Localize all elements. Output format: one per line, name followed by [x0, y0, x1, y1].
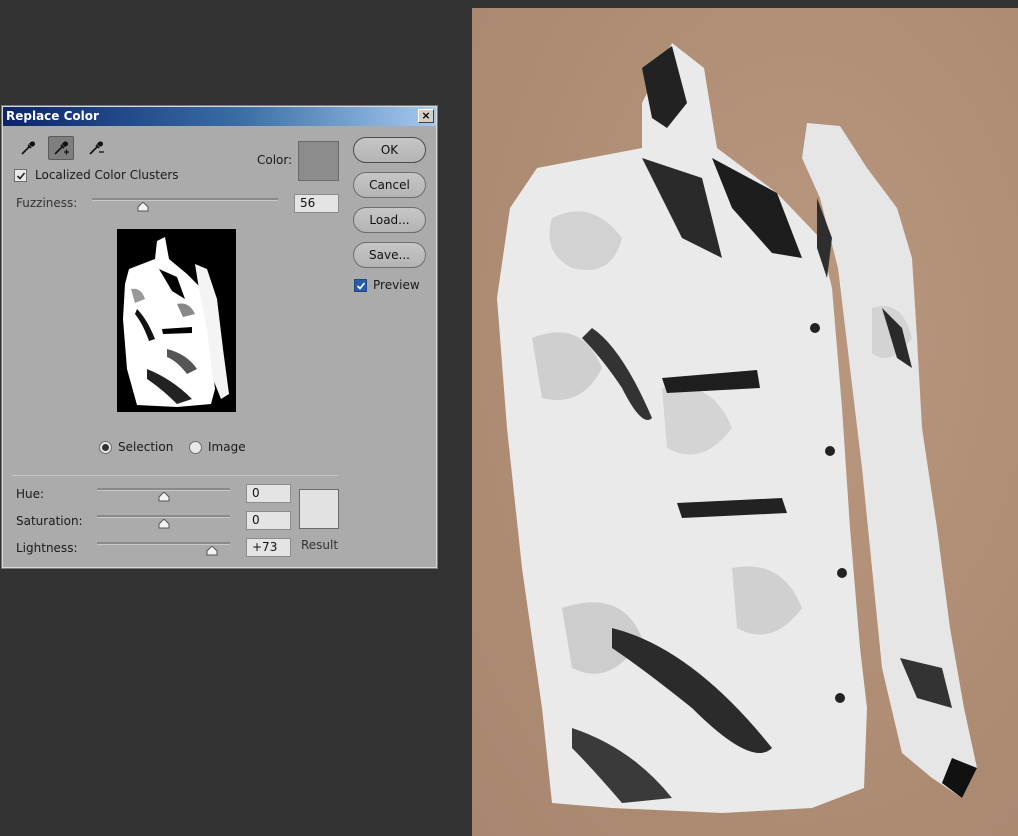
localized-clusters-checkbox[interactable]: [14, 169, 27, 182]
hue-slider-track[interactable]: [97, 488, 230, 491]
jacket-image: [497, 43, 977, 813]
load-button[interactable]: Load...: [353, 207, 426, 233]
save-button[interactable]: Save...: [353, 242, 426, 268]
eyedropper-icon[interactable]: [15, 136, 41, 160]
preview-checkbox[interactable]: [354, 279, 367, 292]
saturation-slider-track[interactable]: [97, 515, 230, 518]
ok-button[interactable]: OK: [353, 137, 426, 163]
dialog-titlebar[interactable]: Replace Color ×: [3, 107, 436, 126]
fuzziness-slider-track[interactable]: [92, 198, 278, 201]
lightness-slider-thumb[interactable]: [206, 546, 218, 556]
color-label: Color:: [257, 153, 293, 167]
fuzziness-input[interactable]: 56: [294, 194, 339, 213]
eyedropper-minus-icon[interactable]: [83, 136, 109, 160]
image-radio[interactable]: [189, 441, 202, 454]
saturation-input[interactable]: 0: [246, 511, 291, 530]
selection-radio[interactable]: [99, 441, 112, 454]
result-color-swatch[interactable]: [299, 489, 339, 529]
saturation-slider-thumb[interactable]: [158, 519, 170, 529]
saturation-label: Saturation:: [16, 514, 83, 528]
lightness-input[interactable]: +73: [246, 538, 291, 557]
image-radio-label: Image: [208, 440, 246, 454]
selection-radio-label: Selection: [118, 440, 174, 454]
lightness-slider-track[interactable]: [97, 542, 230, 545]
fuzziness-slider-thumb[interactable]: [137, 202, 149, 212]
hue-slider-thumb[interactable]: [158, 492, 170, 502]
dialog-title: Replace Color: [6, 109, 99, 123]
selection-preview: [117, 229, 236, 412]
selection-color-swatch[interactable]: [298, 141, 339, 181]
fuzziness-label: Fuzziness:: [16, 196, 78, 210]
close-button[interactable]: ×: [418, 109, 434, 123]
hue-label: Hue:: [16, 487, 45, 501]
preview-label: Preview: [373, 278, 420, 292]
replace-color-dialog: Replace Color × Color: Localized Color C…: [1, 105, 438, 569]
localized-clusters-label: Localized Color Clusters: [35, 168, 179, 182]
result-label: Result: [301, 538, 339, 552]
document-canvas[interactable]: [472, 8, 1018, 836]
hue-input[interactable]: 0: [246, 484, 291, 503]
eyedropper-plus-icon[interactable]: [48, 136, 74, 160]
section-divider: [12, 475, 338, 476]
lightness-label: Lightness:: [16, 541, 78, 555]
cancel-button[interactable]: Cancel: [353, 172, 426, 198]
